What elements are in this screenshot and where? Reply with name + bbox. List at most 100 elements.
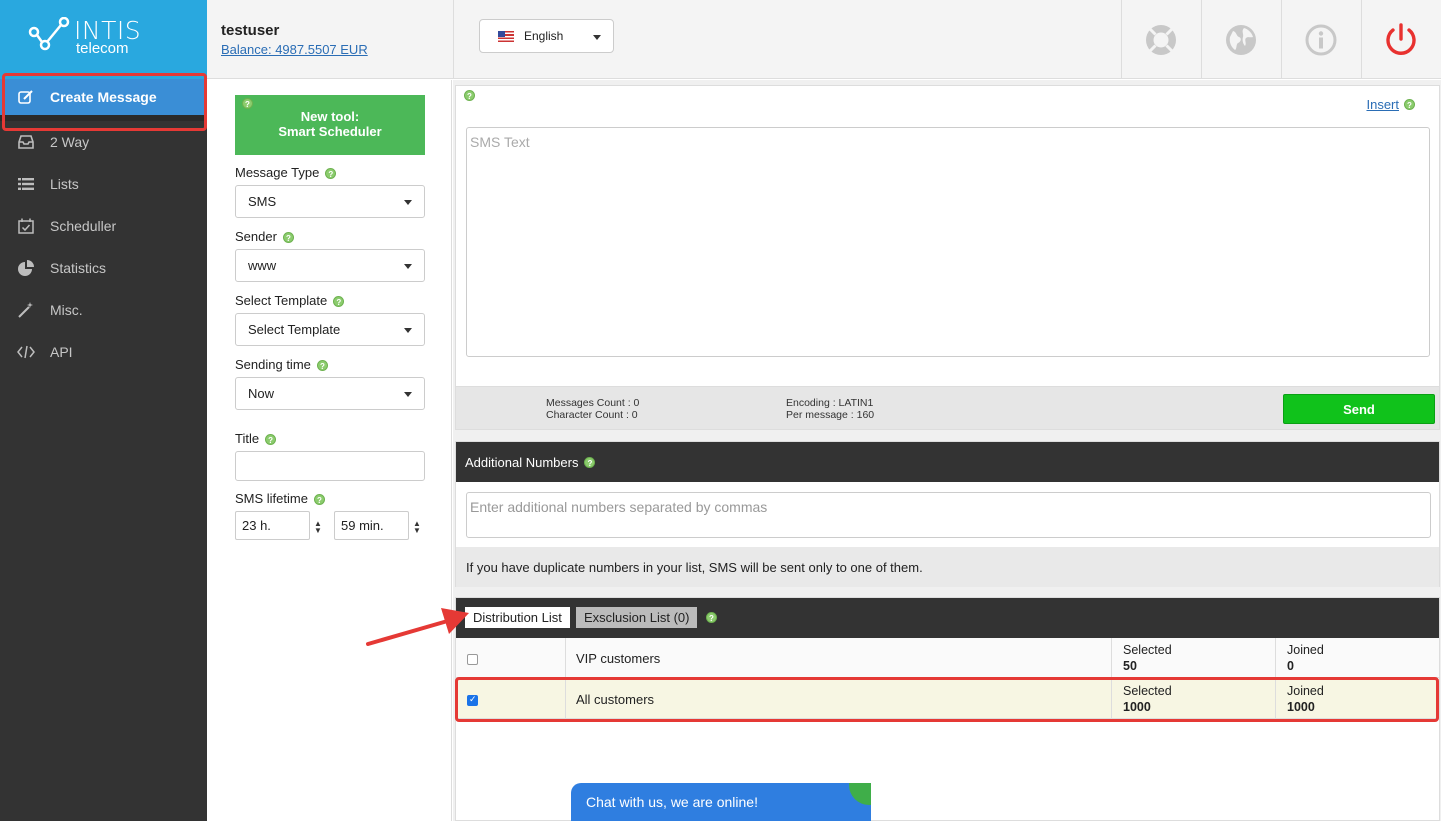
selected-stat: Selected 50 [1123,643,1172,673]
help-icon[interactable]: ? [706,612,717,623]
table-row[interactable]: VIP customers Selected 50 Joined 0 [456,638,1439,678]
sender-label: Sender? [235,229,294,244]
additional-numbers-panel: Additional Numbers ? Enter additional nu… [455,441,1440,587]
sidebar-item-label: Scheduller [50,218,117,234]
insert-link[interactable]: Insert [1366,97,1399,112]
help-icon[interactable]: ? [333,296,345,308]
info-button[interactable] [1281,0,1361,79]
sender-select[interactable]: www [235,249,425,282]
per-message-info: Per message : 160 [786,409,875,421]
sidebar-item-label: Lists [50,176,79,192]
promo-line-2: Smart Scheduler [278,124,382,139]
sms-text-area[interactable]: SMS Text [466,127,1430,357]
globe-button[interactable] [1201,0,1281,79]
sidebar-item-label: Misc. [50,302,83,318]
sending-time-select[interactable]: Now [235,377,425,410]
sending-time-label: Sending time? [235,357,328,372]
messages-count: Messages Count : 0 [546,397,640,409]
additional-numbers-title: Additional Numbers [465,454,579,470]
help-icon[interactable]: ? [464,90,475,101]
encoding-info: Encoding : LATIN1 [786,397,874,409]
template-select[interactable]: Select Template [235,313,425,346]
us-flag-icon [498,30,514,42]
help-icon[interactable]: ? [316,360,328,372]
help-icon[interactable]: ? [313,494,325,506]
top-header: testuser Balance: 4987.5507 EUR English [207,0,1441,79]
help-icon[interactable]: ? [584,456,596,468]
template-label: Select Template? [235,293,345,308]
chevron-down-icon [404,264,412,269]
title-label: Title? [235,431,277,446]
sidebar-item-label: Statistics [50,260,107,276]
minutes-stepper-icon[interactable]: ▲ ▼ [413,520,421,535]
send-button[interactable]: Send [1283,394,1435,424]
sidebar-item-statistics[interactable]: Statistics [0,247,207,289]
sms-lifetime-label: SMS lifetime? [235,491,325,506]
sending-time-value: Now [248,386,275,401]
help-icon[interactable]: ? [265,434,277,446]
support-button[interactable] [1121,0,1201,79]
annotation-highlight-selected-row [455,677,1439,722]
promo-line-1: New tool: [300,109,360,124]
brand-subname: telecom [76,40,129,57]
logout-button[interactable] [1361,0,1441,79]
help-icon[interactable]: ? [242,98,253,109]
inbox-icon [16,133,36,151]
message-stats-bar: Messages Count : 0 Character Count : 0 E… [456,386,1439,429]
info-icon [1305,24,1337,55]
lifetime-minutes-input[interactable]: 59 min. [334,511,409,540]
language-select[interactable]: English [479,19,614,53]
help-icon[interactable]: ? [1404,99,1415,110]
header-divider [453,0,454,79]
additional-numbers-header: Additional Numbers ? [456,442,1439,482]
joined-stat: Joined 0 [1287,643,1324,673]
chevron-down-icon [404,392,412,397]
additional-numbers-input[interactable]: Enter additional numbers separated by co… [466,492,1431,538]
duplicate-numbers-note: If you have duplicate numbers in your li… [456,547,1439,587]
user-info: testuser Balance: 4987.5507 EUR [221,22,368,57]
sender-value: www [248,258,277,273]
message-type-select[interactable]: SMS [235,185,425,218]
annotation-highlight-create-message [2,73,207,131]
magic-wand-icon [16,301,36,319]
sidebar-item-label: 2 Way [50,134,90,150]
sidebar-item-label: API [50,344,73,360]
sidebar-item-scheduller[interactable]: Scheduller [0,205,207,247]
chevron-down-icon [593,35,601,40]
tab-distribution-list[interactable]: Distribution List [465,607,570,628]
smart-scheduler-promo[interactable]: ? New tool: Smart Scheduler [235,95,425,155]
message-options-panel: ? New tool: Smart Scheduler Message Type… [207,80,452,821]
lifetime-hours-input[interactable]: 23 h. [235,511,310,540]
username: testuser [221,22,280,39]
sidebar-item-lists[interactable]: Lists [0,163,207,205]
lists-tabs-header: Distribution List Exsclusion List (0) ? [456,598,1439,638]
balance-link[interactable]: Balance: 4987.5507 EUR [221,42,368,57]
logo-icon [28,17,70,51]
help-icon[interactable]: ? [282,232,294,244]
language-value: English [524,29,564,43]
template-value: Select Template [248,322,341,337]
title-input[interactable] [235,451,425,481]
tab-exclusion-list[interactable]: Exsclusion List (0) [576,607,698,628]
globe-icon [1226,24,1256,55]
message-type-value: SMS [248,194,277,209]
message-type-label: Message Type? [235,165,337,180]
chat-status-icon [849,783,871,805]
lifebuoy-icon [1146,24,1176,55]
code-icon [16,343,36,361]
calendar-check-icon [16,217,36,235]
brand-logo[interactable]: INTIS telecom [0,0,207,79]
annotation-arrow-icon [366,608,469,646]
help-icon[interactable]: ? [325,168,337,180]
sms-composer: ? Insert ? SMS Text Messages Count : 0 C… [455,85,1440,430]
chevron-down-icon [404,200,412,205]
power-icon [1386,22,1416,55]
chat-widget[interactable]: Chat with us, we are online! [571,783,871,821]
pie-chart-icon [16,259,36,277]
list-icon [16,175,36,193]
hours-stepper-icon[interactable]: ▲ ▼ [314,520,322,535]
chevron-down-icon [404,328,412,333]
sidebar-item-api[interactable]: API [0,331,207,373]
character-count: Character Count : 0 [546,409,638,421]
sidebar-item-misc[interactable]: Misc. [0,289,207,331]
